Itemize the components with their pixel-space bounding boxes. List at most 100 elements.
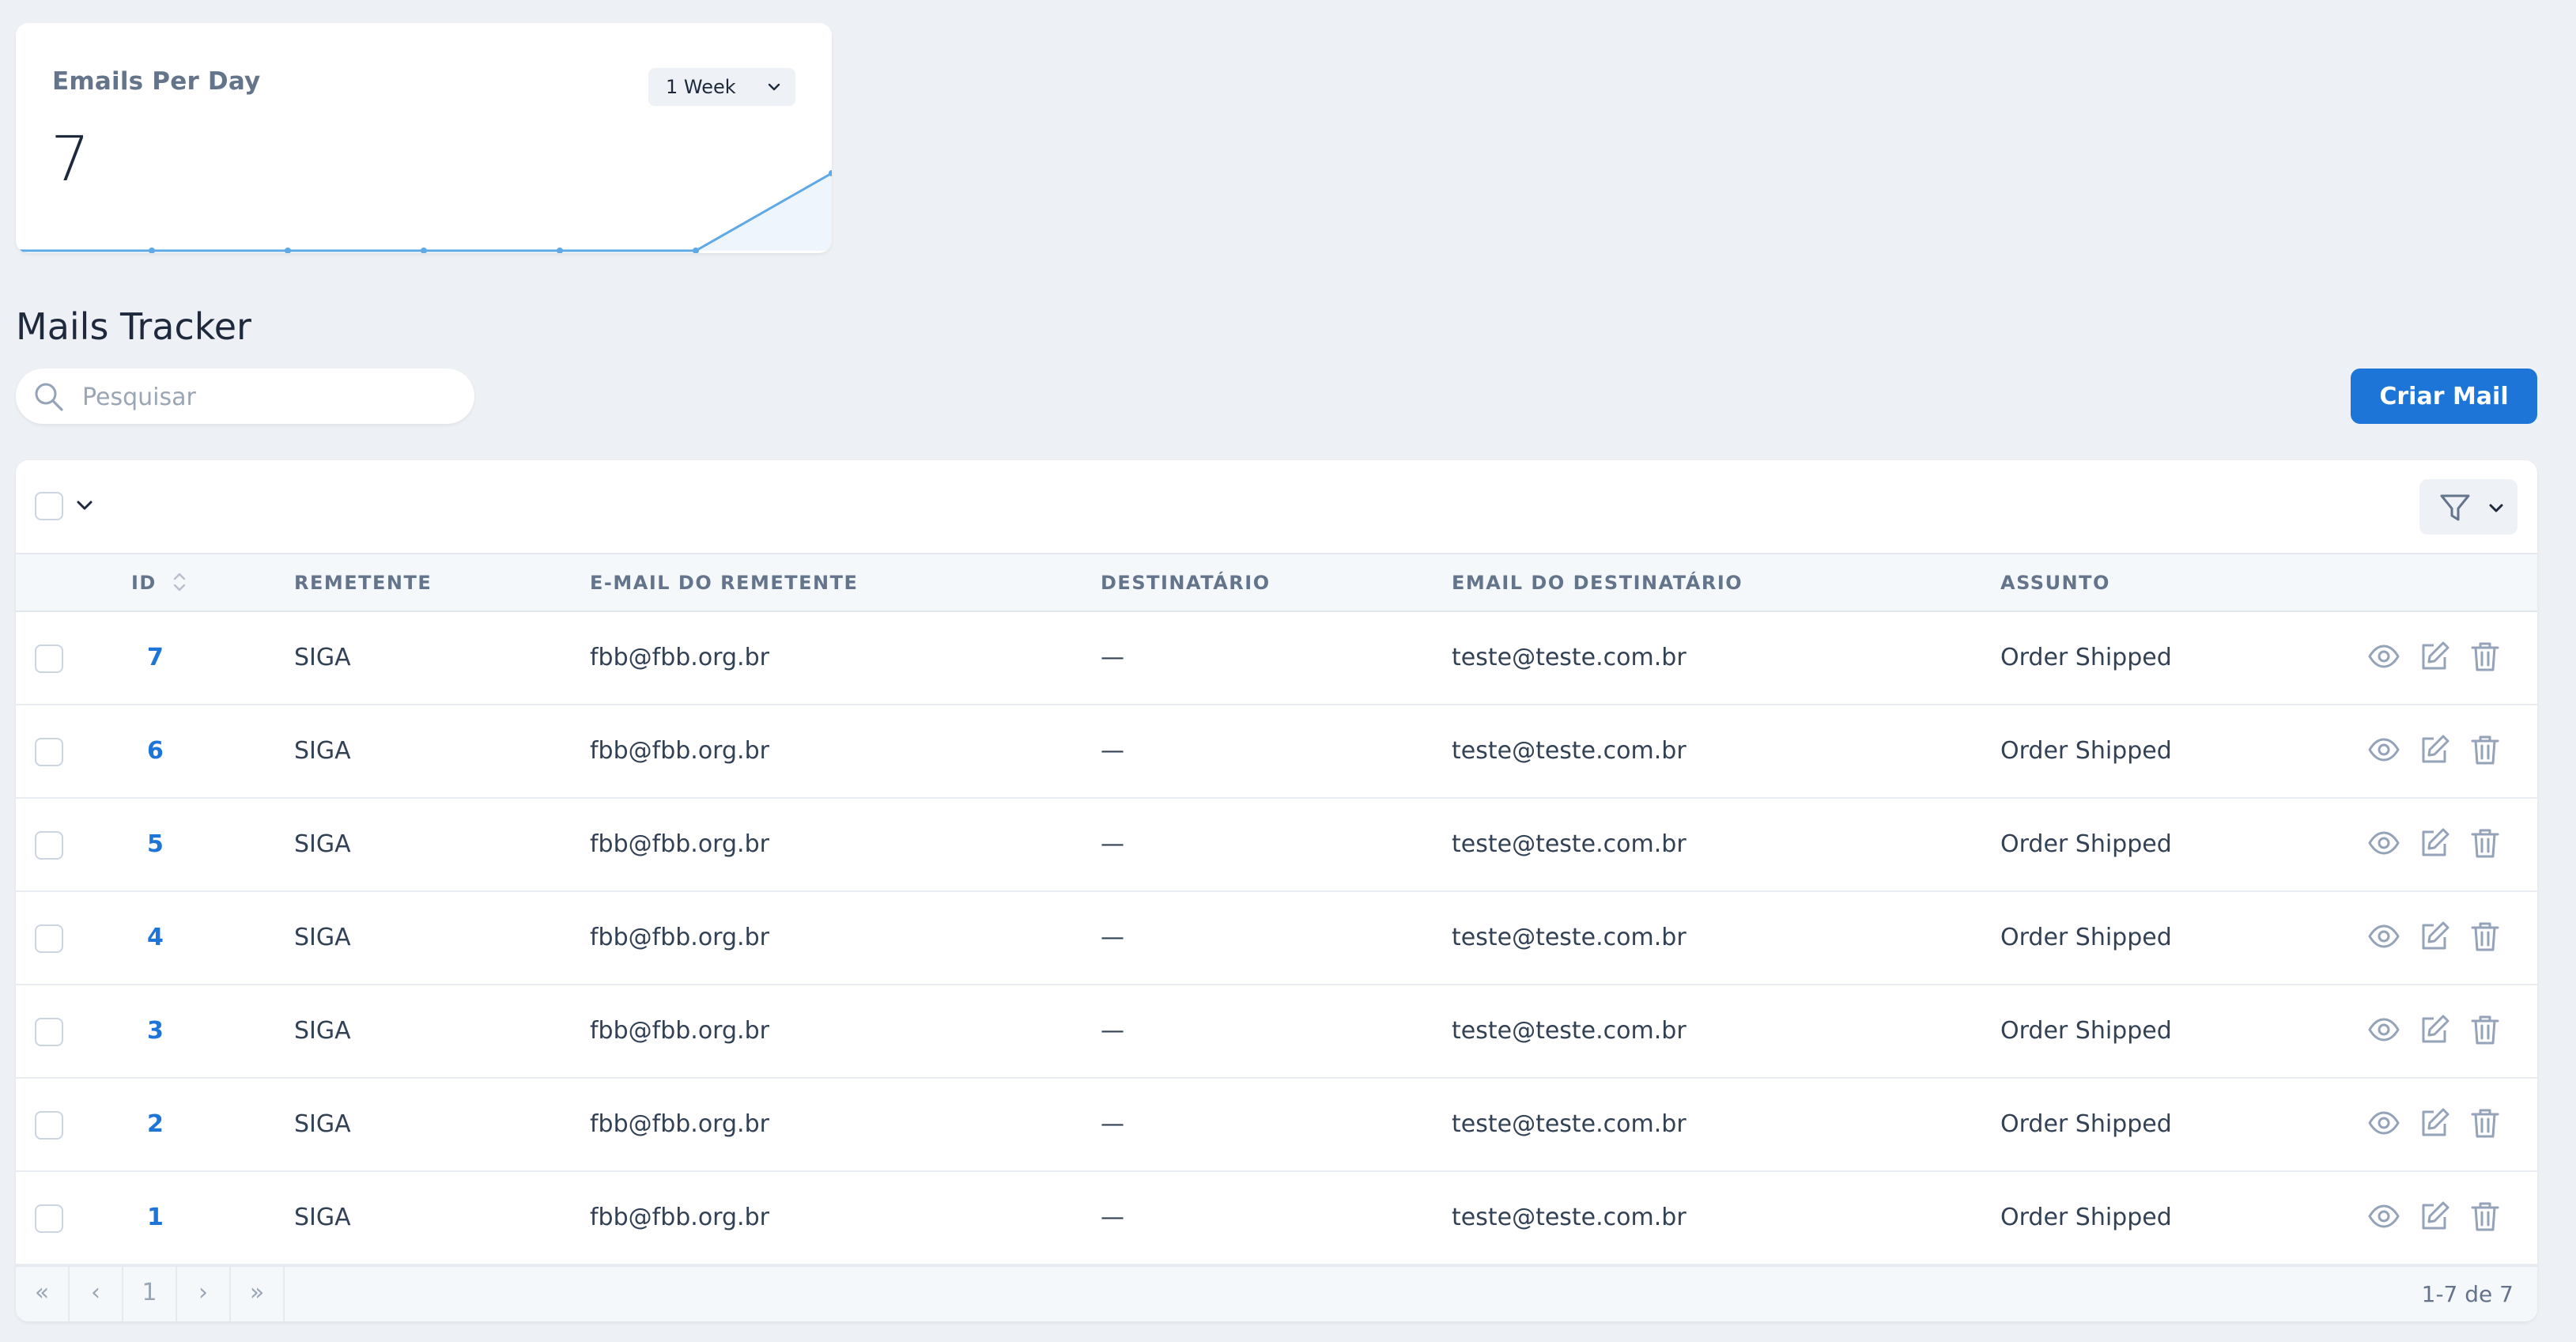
create-mail-button[interactable]: Criar Mail (2351, 369, 2537, 424)
cell-subject: Order Shipped (2000, 1204, 2172, 1231)
row-checkbox[interactable] (35, 738, 63, 766)
cell-recipient: — (1101, 737, 1124, 765)
table-row[interactable]: 4 SIGA fbb@fbb.org.br — teste@teste.com.br Or… (16, 892, 2537, 985)
cell-sender: SIGA (294, 830, 351, 858)
row-checkbox[interactable] (35, 924, 63, 953)
cell-recipient: — (1101, 924, 1124, 951)
row-actions (2367, 1106, 2502, 1140)
table-row[interactable]: 2 SIGA fbb@fbb.org.br — teste@teste.com.br Or… (16, 1079, 2537, 1172)
trash-icon[interactable] (2468, 640, 2502, 673)
trash-icon[interactable] (2468, 1013, 2502, 1046)
column-header-recipient: DESTINATÁRIO (1101, 572, 1271, 594)
eye-icon[interactable] (2367, 733, 2400, 766)
table-toolbar (16, 460, 2537, 553)
pagination: « ‹ 1 › » 1-7 de 7 (16, 1265, 2537, 1321)
eye-icon[interactable] (2367, 1106, 2400, 1140)
cell-recipient-email: teste@teste.com.br (1452, 1110, 1686, 1138)
column-header-id[interactable]: ID (131, 554, 187, 612)
trash-icon[interactable] (2468, 1200, 2502, 1233)
trash-icon[interactable] (2468, 826, 2502, 860)
cell-id[interactable]: 6 (147, 705, 164, 797)
first-page-button[interactable]: « (16, 1267, 70, 1321)
sparkline-line (16, 172, 832, 252)
cell-subject: Order Shipped (2000, 644, 2172, 671)
row-checkbox[interactable] (35, 1111, 63, 1140)
cell-id[interactable]: 2 (147, 1079, 164, 1170)
page-title: Mails Tracker (16, 305, 251, 348)
range-select-value: 1 Week (666, 76, 736, 98)
table-row[interactable]: 1 SIGA fbb@fbb.org.br — teste@teste.com.br Or… (16, 1172, 2537, 1265)
cell-recipient: — (1101, 1204, 1124, 1231)
cell-recipient-email: teste@teste.com.br (1452, 1017, 1686, 1045)
cell-recipient-email: teste@teste.com.br (1452, 737, 1686, 765)
eye-icon[interactable] (2367, 640, 2400, 673)
range-select[interactable]: 1 Week (648, 68, 795, 106)
previous-page-button[interactable]: ‹ (70, 1267, 123, 1321)
page-1-button[interactable]: 1 (123, 1267, 177, 1321)
edit-icon[interactable] (2418, 826, 2451, 860)
chevron-down-icon[interactable] (74, 495, 95, 516)
table-header: ID REMETENTE E-MAIL DO REMETENTE DESTINA… (16, 553, 2537, 612)
cell-recipient-email: teste@teste.com.br (1452, 1204, 1686, 1231)
edit-icon[interactable] (2418, 1106, 2451, 1140)
cell-recipient: — (1101, 1110, 1124, 1138)
last-page-button[interactable]: » (231, 1267, 285, 1321)
cell-subject: Order Shipped (2000, 737, 2172, 765)
sparkline-point (557, 248, 563, 253)
edit-icon[interactable] (2418, 1200, 2451, 1233)
cell-id[interactable]: 4 (147, 892, 164, 984)
edit-icon[interactable] (2418, 1013, 2451, 1046)
filter-button[interactable] (2419, 479, 2517, 535)
row-actions (2367, 1200, 2502, 1233)
table-row[interactable]: 5 SIGA fbb@fbb.org.br — teste@teste.com.br Or… (16, 799, 2537, 892)
metric-value: 7 (51, 124, 90, 195)
table-body: 7 SIGA fbb@fbb.org.br — teste@teste.com.br Or… (16, 612, 2537, 1265)
row-checkbox[interactable] (35, 1018, 63, 1046)
trash-icon[interactable] (2468, 733, 2502, 766)
eye-icon[interactable] (2367, 1013, 2400, 1046)
column-header-sender: REMETENTE (294, 572, 432, 594)
table-row[interactable]: 3 SIGA fbb@fbb.org.br — teste@teste.com.br Or… (16, 985, 2537, 1079)
sparkline-point (149, 248, 155, 253)
cell-id[interactable]: 7 (147, 612, 164, 704)
cell-recipient: — (1101, 644, 1124, 671)
cell-id[interactable]: 1 (147, 1172, 164, 1264)
select-all-checkbox[interactable] (35, 492, 63, 520)
mails-table: ID REMETENTE E-MAIL DO REMETENTE DESTINA… (16, 553, 2537, 1265)
cell-sender-email: fbb@fbb.org.br (590, 830, 769, 858)
cell-subject: Order Shipped (2000, 830, 2172, 858)
search-input[interactable] (81, 376, 455, 418)
eye-icon[interactable] (2367, 826, 2400, 860)
cell-id[interactable]: 5 (147, 799, 164, 890)
edit-icon[interactable] (2418, 733, 2451, 766)
eye-icon[interactable] (2367, 920, 2400, 953)
cell-id[interactable]: 3 (147, 985, 164, 1077)
sparkline-area (16, 173, 832, 251)
search-box[interactable] (16, 369, 474, 424)
cell-recipient: — (1101, 1017, 1124, 1045)
cell-sender-email: fbb@fbb.org.br (590, 1204, 769, 1231)
edit-icon[interactable] (2418, 920, 2451, 953)
table-row[interactable]: 6 SIGA fbb@fbb.org.br — teste@teste.com.br Or… (16, 705, 2537, 799)
metric-title: Emails Per Day (52, 67, 261, 96)
sort-icon[interactable] (172, 570, 187, 594)
cell-sender: SIGA (294, 924, 351, 951)
edit-icon[interactable] (2418, 640, 2451, 673)
cell-subject: Order Shipped (2000, 924, 2172, 951)
eye-icon[interactable] (2367, 1200, 2400, 1233)
row-checkbox[interactable] (35, 645, 63, 673)
trash-icon[interactable] (2468, 1106, 2502, 1140)
cell-subject: Order Shipped (2000, 1017, 2172, 1045)
row-checkbox[interactable] (35, 831, 63, 860)
trash-icon[interactable] (2468, 920, 2502, 953)
next-page-button[interactable]: › (177, 1267, 231, 1321)
chevron-down-icon (768, 83, 780, 91)
cell-subject: Order Shipped (2000, 1110, 2172, 1138)
cell-sender: SIGA (294, 644, 351, 671)
row-actions (2367, 826, 2502, 860)
row-checkbox[interactable] (35, 1204, 63, 1233)
column-header-subject: ASSUNTO (2000, 572, 2110, 594)
row-actions (2367, 1013, 2502, 1046)
chevron-down-icon (2489, 504, 2503, 512)
table-row[interactable]: 7 SIGA fbb@fbb.org.br — teste@teste.com.br Or… (16, 612, 2537, 705)
